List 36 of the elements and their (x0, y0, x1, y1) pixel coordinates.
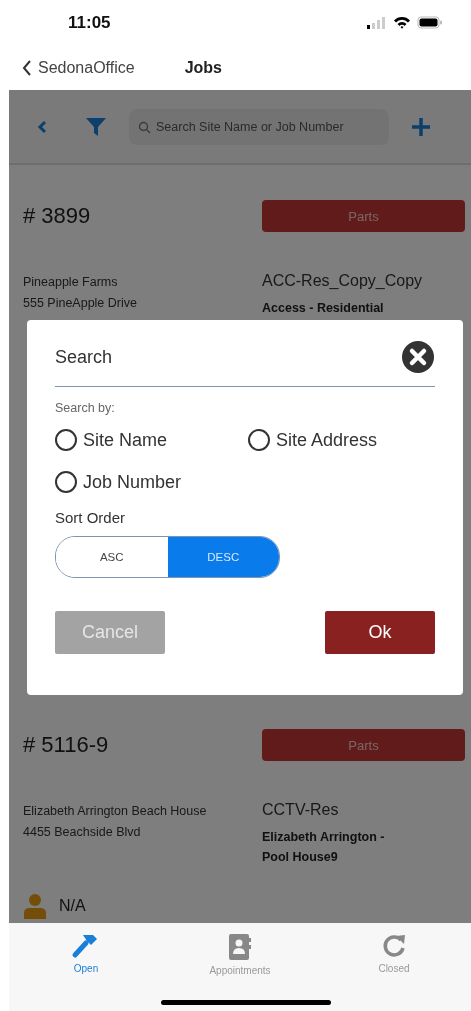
tab[interactable]: Open (9, 923, 163, 981)
close-icon[interactable] (401, 340, 435, 374)
add-icon[interactable] (411, 116, 431, 137)
person-icon (23, 893, 47, 919)
job-type: ACC-Res_Copy_Copy (262, 272, 424, 290)
site-name: Pineapple Farms (23, 274, 119, 291)
search-field[interactable]: Search Site Name or Job Number (129, 108, 389, 145)
job-type: CCTV-Res (262, 801, 340, 819)
job-description: Access - Residential (262, 300, 385, 317)
search-option[interactable]: Site Name (55, 429, 168, 451)
battery-icon (417, 16, 443, 29)
status-badge: Parts (262, 200, 465, 232)
site-name: Elizabeth Arrington Beach House (23, 803, 208, 820)
sort-order-label: Sort Order (55, 509, 127, 526)
job-number: # 5116-9 (23, 732, 109, 758)
contact-book-icon (228, 933, 252, 961)
sort-option[interactable]: DESC (167, 537, 279, 577)
search-by-label: Search by: (55, 401, 116, 415)
signal-icon (367, 16, 387, 29)
search-option[interactable]: Job Number (55, 471, 182, 493)
ok-button[interactable]: Ok (325, 611, 435, 654)
back-link[interactable]: SedonaOffice (22, 58, 135, 77)
refresh-icon (381, 933, 407, 959)
site-address: 555 PineApple Drive (23, 295, 138, 312)
job-description: Elizabeth Arrington - Pool House9 (262, 829, 386, 866)
dialog-title: Search (55, 346, 113, 368)
wifi-icon (393, 16, 411, 29)
search-option[interactable]: Site Address (248, 429, 378, 451)
status-badge: Parts (262, 729, 465, 761)
job-number: # 3899 (23, 203, 91, 229)
screen-title: Jobs (184, 58, 222, 77)
status-time: 11:05 (68, 12, 111, 33)
back-chevron-icon[interactable] (22, 58, 32, 77)
site-address: 4455 Beachside Blvd (23, 824, 142, 841)
technician-name: N/A (59, 897, 86, 915)
filter-icon[interactable] (85, 115, 107, 138)
